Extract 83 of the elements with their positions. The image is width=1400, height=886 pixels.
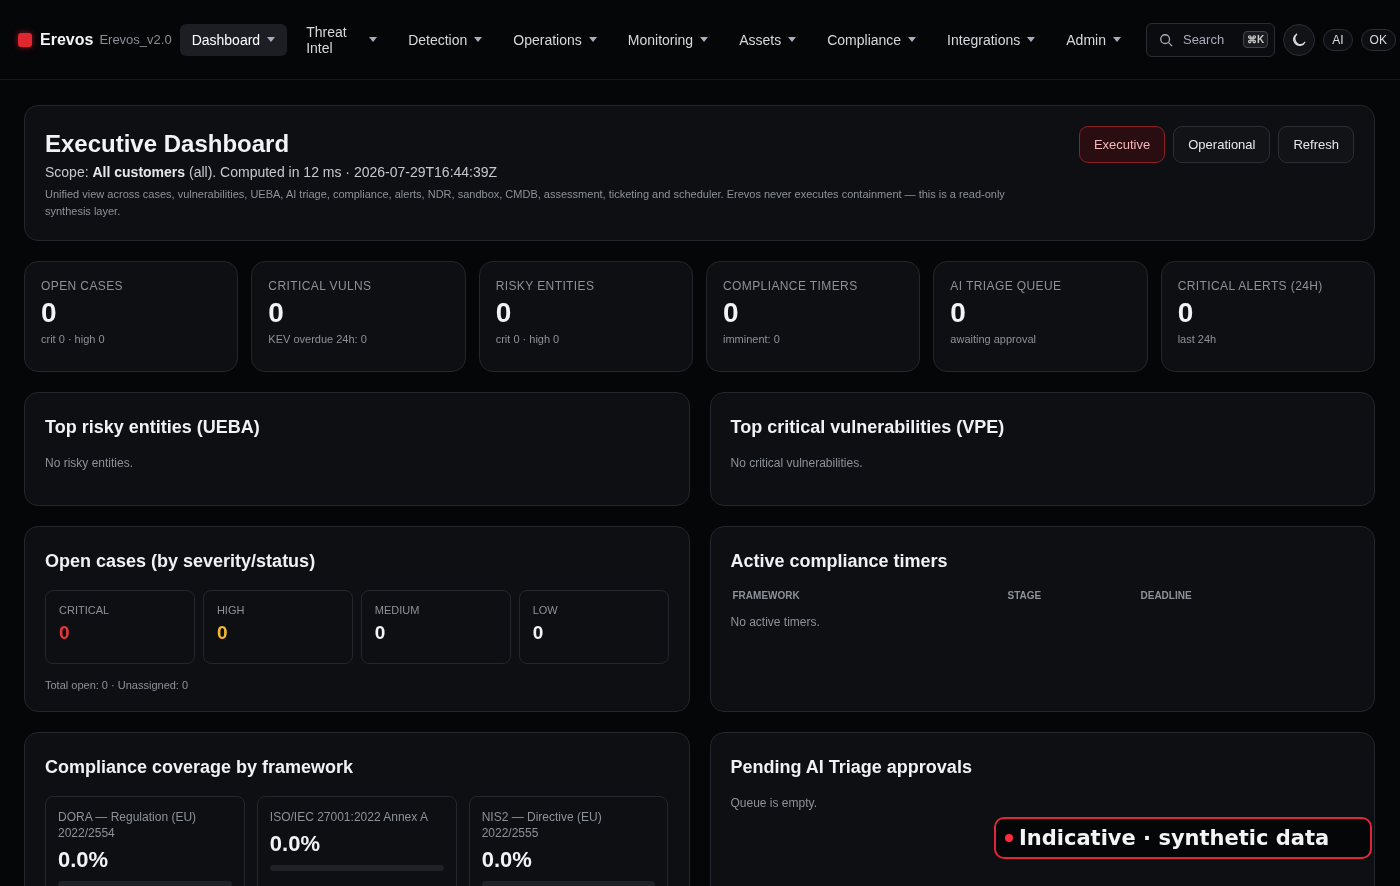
kpi-caption: imminent: 0 (723, 333, 781, 345)
kpi-value: 0 (495, 297, 513, 329)
column-header: FRAMEWORK (732, 590, 801, 601)
nav-menu[interactable]: Assets (727, 23, 809, 56)
panel-title: Open cases (by severity/status) (45, 551, 317, 572)
kpi-label: CRITICAL ALERTS (24H) (1177, 279, 1324, 293)
nav-menu[interactable]: Detection (396, 23, 495, 56)
column-header: DEADLINE (1140, 590, 1192, 601)
panel-title: Pending AI Triage approvals (730, 757, 973, 778)
caret-icon (700, 37, 709, 42)
coverage-value: 0.0% (481, 847, 533, 873)
brand-name: Erevos (40, 30, 94, 49)
caret-icon (1027, 37, 1036, 42)
kpi-value: 0 (950, 297, 967, 329)
severity-label: MEDIUM (374, 604, 421, 616)
severity-label: LOW (532, 604, 559, 616)
kpi-caption: last 24h (1177, 333, 1218, 345)
view-toggle-button[interactable]: Executive (1078, 126, 1166, 163)
severity-count: 0 (59, 622, 71, 644)
caret-icon (588, 37, 597, 42)
caret-icon (267, 37, 276, 42)
kpi-label: OPEN CASES (41, 279, 125, 293)
severity-count: 0 (374, 622, 387, 644)
severity-label: CRITICAL (59, 604, 111, 616)
panel-title: Compliance coverage by framework (45, 757, 355, 778)
coverage-value: 0.0% (58, 847, 110, 873)
moon-icon (1291, 31, 1308, 48)
kpi-caption: crit 0 · high 0 (41, 333, 106, 345)
view-toggle-button[interactable]: Operational (1173, 126, 1271, 163)
theme-toggle-button[interactable] (1283, 23, 1316, 56)
nav-menu[interactable]: Admin (1054, 23, 1133, 56)
version-label: Erevos_v2.0 (99, 32, 172, 47)
search-icon (1158, 32, 1173, 47)
status-button[interactable]: AI (1323, 28, 1353, 51)
kpi-label: AI TRIAGE QUEUE (950, 279, 1063, 293)
panel-title: Top critical vulnerabilities (VPE) (730, 417, 1006, 438)
empty-message: No critical vulnerabilities. (730, 456, 864, 470)
nav-menu[interactable]: Operations (501, 23, 609, 56)
kpi-value: 0 (268, 297, 285, 329)
severity-count: 0 (216, 622, 229, 644)
nav-menu[interactable]: Compliance (815, 23, 929, 56)
description-text: Unified view across cases, vulnerabilities, UEBA, AI triage, compliance, alerts, NDR, sandbox, CMDB, assessment, ticketing and scheduler. Erevos never executes containment — this is a read-only synthesis layer. (45, 187, 1006, 219)
status-dot (1005, 834, 1013, 842)
scope-text: Scope: All customers (all). Computed in 12 ms · 2026-07-29T16:44:39Z (45, 164, 499, 180)
kpi-caption: awaiting approval (950, 333, 1037, 345)
framework-name: NIS2 — Directive (EU) 2022/2555 (481, 809, 603, 841)
nav-menu[interactable]: Threat Intel (294, 15, 390, 64)
badge-text: Indicative · synthetic data (1019, 826, 1330, 850)
kpi-value: 0 (41, 297, 58, 329)
column-header: STAGE (1007, 590, 1043, 601)
kpi-value: 0 (723, 297, 740, 329)
panel-title: Top risky entities (UEBA) (45, 417, 261, 438)
kpi-caption: crit 0 · high 0 (495, 333, 561, 345)
coverage-value: 0.0% (269, 831, 321, 857)
status-button[interactable]: OK (1360, 28, 1396, 51)
refresh-button[interactable]: Refresh (1278, 126, 1354, 163)
kpi-label: COMPLIANCE TIMERS (723, 279, 859, 293)
kpi-value: 0 (1177, 297, 1195, 329)
kpi-label: RISKY ENTITIES (495, 279, 596, 293)
caret-icon (908, 37, 917, 42)
nav-menu[interactable]: Monitoring (615, 23, 721, 56)
empty-message: No active timers. (730, 615, 821, 629)
kpi-label: CRITICAL VULNS (268, 279, 373, 293)
severity-label: HIGH (216, 604, 246, 616)
logo-icon (18, 32, 32, 47)
caret-icon (1112, 37, 1121, 42)
kpi-caption: KEV overdue 24h: 0 (268, 333, 368, 345)
nav-menu[interactable]: Dashboard (179, 23, 288, 56)
summary-text: Total open: 0 · Unassigned: 0 (45, 679, 190, 691)
empty-message: No risky entities. (45, 456, 135, 470)
empty-message: Queue is empty. (730, 796, 818, 810)
nav-menu[interactable]: Integrations (935, 23, 1048, 56)
caret-icon (474, 37, 483, 42)
panel-title: Active compliance timers (730, 551, 949, 572)
caret-icon (788, 37, 797, 42)
search-input[interactable]: Search (1180, 31, 1235, 48)
framework-name: ISO/IEC 27001:2022 Annex A (269, 809, 429, 825)
shortcut-key: ⌘K (1242, 31, 1269, 48)
search-field[interactable]: Search ⌘K (1145, 22, 1276, 57)
page-title: Executive Dashboard (45, 130, 291, 158)
caret-icon (369, 37, 378, 42)
severity-count: 0 (532, 622, 545, 644)
framework-name: DORA — Regulation (EU) 2022/2554 (58, 809, 198, 841)
